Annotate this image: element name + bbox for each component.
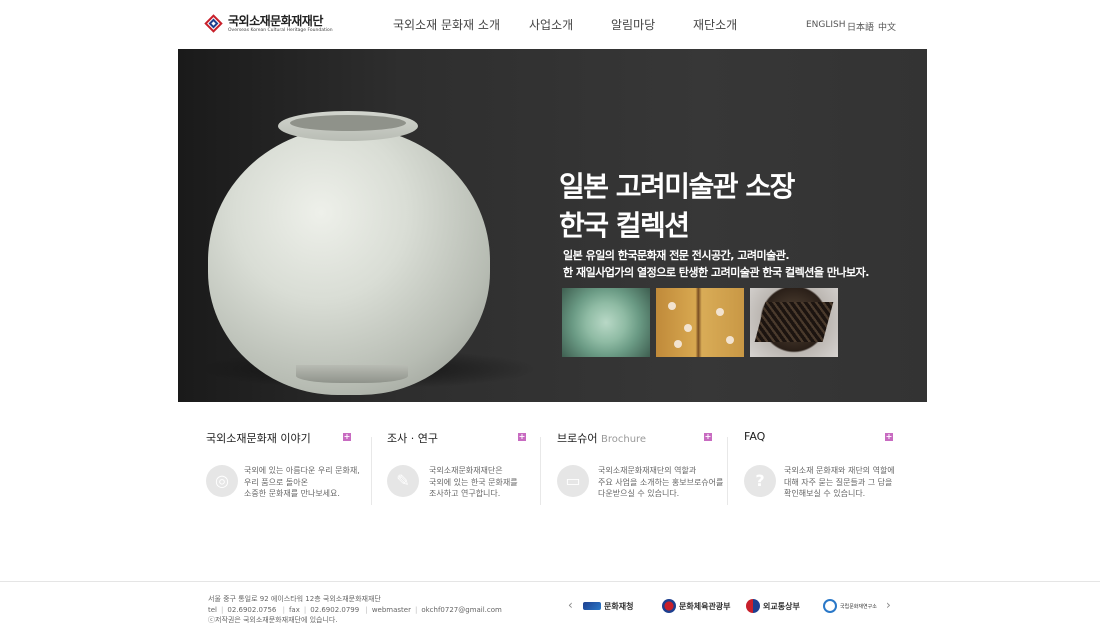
nav-item-heritage-intro[interactable]: 국외소재 문화재 소개 <box>393 16 500 33</box>
partner-logo-nrich[interactable]: 국립문화재연구소 <box>823 598 877 614</box>
card-line: 국외소재 문화재와 재단의 역할에 <box>784 466 895 475</box>
pen-icon: ✎ <box>387 465 419 497</box>
mofa-logo-icon <box>746 599 760 613</box>
card-title: 국외소재문화재 이야기 <box>206 432 311 445</box>
cha-logo-icon <box>583 602 601 610</box>
fax-label: fax <box>288 605 300 614</box>
partner-logo-cha[interactable]: 문화재청 <box>583 598 633 614</box>
target-icon: ◎ <box>206 465 238 497</box>
card-line: 국외에 있는 아름다운 우리 문화재, <box>244 466 360 475</box>
hero-title: 일본 고려미술관 소장 한국 컬렉션 <box>559 167 795 245</box>
moon-jar-image <box>208 127 490 395</box>
hero-title-line2: 한국 컬렉션 <box>559 209 690 242</box>
partner-name: 외교통상부 <box>763 601 800 611</box>
card-description: 국외소재문화재재단은 국외에 있는 한국 문화재를 조사하고 연구합니다. <box>429 465 518 500</box>
nav-item-foundation[interactable]: 재단소개 <box>693 16 737 33</box>
card-line: 확인해보실 수 있습니다. <box>784 489 866 498</box>
lang-japanese[interactable]: 日本語 <box>847 20 874 33</box>
copyright-text: ⓒ저작권은 국외소재문화재재단에 있습니다. <box>208 616 338 624</box>
card-line: 국외소재문화재재단은 <box>429 466 503 475</box>
question-icon: ? <box>744 465 776 497</box>
nav-item-business[interactable]: 사업소개 <box>529 16 573 33</box>
partner-logo-mofa[interactable]: 외교통상부 <box>746 598 800 614</box>
partner-name: 국립문화재연구소 <box>840 603 877 610</box>
footer-divider <box>0 581 1100 582</box>
book-icon: ▭ <box>557 465 589 497</box>
card-line: 다운받으실 수 있습니다. <box>598 489 680 498</box>
nav-item-notice[interactable]: 알림마당 <box>611 16 655 33</box>
hero-desc-line2: 한 재일사업가의 열정으로 탄생한 고려미술관 한국 컬렉션을 만나보자. <box>563 266 869 279</box>
hero-banner[interactable]: 일본 고려미술관 소장 한국 컬렉션 일본 유일의 한국문화재 전문 전시공간,… <box>178 49 927 402</box>
moon-jar-mouth <box>290 115 406 131</box>
info-card-research[interactable]: 조사 · 연구 + ✎ 국외소재문화재재단은 국외에 있는 한국 문화재를 조사… <box>387 430 557 505</box>
card-line: 국외소재문화재재단의 역할과 <box>598 466 697 475</box>
more-plus-icon[interactable]: + <box>343 433 351 441</box>
partner-logo-mcst[interactable]: 문화체육관광부 <box>662 598 731 614</box>
card-line: 주요 사업을 소개하는 홍보브로슈어를 <box>598 477 724 487</box>
card-line: 조사하고 연구합니다. <box>429 489 501 498</box>
lang-chinese[interactable]: 中文 <box>878 20 896 33</box>
column-divider <box>540 437 541 505</box>
hero-title-line1: 일본 고려미술관 소장 <box>559 170 795 203</box>
card-description: 국외소재 문화재와 재단의 역할에 대해 자주 묻는 질문들과 그 답을 확인해… <box>784 465 895 500</box>
contact-line: tel | 02.6902.0756 | fax | 02.6902.0799 | webm… <box>208 605 502 614</box>
card-title-en: Brochure <box>600 434 647 445</box>
more-plus-icon[interactable]: + <box>704 433 712 441</box>
card-line: 대해 자주 묻는 질문들과 그 답을 <box>784 477 893 487</box>
card-description: 국외소재문화재재단의 역할과 주요 사업을 소개하는 홍보브로슈어를 다운받으실… <box>598 465 723 500</box>
thumbnail-celadon-bowl[interactable] <box>562 288 650 357</box>
card-description: 국외에 있는 아름다운 우리 문화재, 우리 품으로 돌아온 소중한 문화재를 … <box>244 465 360 500</box>
card-line: 국외에 있는 한국 문화재를 <box>429 477 518 487</box>
tel-label: tel <box>208 605 217 614</box>
more-plus-icon[interactable]: + <box>518 433 526 441</box>
info-card-brochure[interactable]: 브로슈어 Brochure + ▭ 국외소재문화재재단의 역할과 주요 사업을 … <box>557 430 727 505</box>
card-title: 조사 · 연구 <box>387 432 438 445</box>
card-line: 우리 품으로 돌아온 <box>244 477 308 487</box>
lang-english[interactable]: ENGLISH <box>806 20 846 30</box>
moon-jar-foot <box>296 365 408 383</box>
hero-desc-line1: 일본 유일의 한국문화재 전문 전시공간, 고려미술관. <box>563 249 790 262</box>
thumbnail-lacquer-box[interactable] <box>750 288 838 357</box>
main-nav: 국외소재 문화재 소개 사업소개 알림마당 재단소개 <box>0 16 1100 34</box>
partner-name: 문화체육관광부 <box>679 601 731 611</box>
thumbnail-painted-screen[interactable] <box>656 288 744 357</box>
card-title: FAQ <box>744 430 766 443</box>
info-card-faq[interactable]: FAQ + ? 국외소재 문화재와 재단의 역할에 대해 자주 묻는 질문들과 … <box>744 430 914 505</box>
mcst-logo-icon <box>662 599 676 613</box>
address-text: 서울 중구 통일로 92 에이스타워 12층 국외소재문화재재단 <box>208 595 381 603</box>
partner-prev-arrow-icon[interactable]: ‹ <box>568 598 573 612</box>
card-title: 브로슈어 Brochure <box>557 430 646 446</box>
fax-number: 02.6902.0799 <box>310 605 360 614</box>
webmaster-email[interactable]: okchf0727@gmail.com <box>421 606 502 614</box>
column-divider <box>727 437 728 505</box>
partner-next-arrow-icon[interactable]: › <box>886 598 891 612</box>
column-divider <box>371 437 372 505</box>
hero-description: 일본 유일의 한국문화재 전문 전시공간, 고려미술관. 한 재일사업가의 열정… <box>563 247 869 281</box>
site-header: 국외소재문화재재단 Overseas Korean Cultural Herit… <box>0 0 1100 48</box>
tel-number: 02.6902.0756 <box>227 605 277 614</box>
webmaster-label: webmaster <box>371 605 411 614</box>
nrich-logo-icon <box>823 599 837 613</box>
info-card-heritage-story[interactable]: 국외소재문화재 이야기 + ◎ 국외에 있는 아름다운 우리 문화재, 우리 품… <box>206 430 376 505</box>
card-title-ko: 브로슈어 <box>557 432 598 445</box>
more-plus-icon[interactable]: + <box>885 433 893 441</box>
card-line: 소중한 문화재를 만나보세요. <box>244 489 340 498</box>
footer-address: 서울 중구 통일로 92 에이스타워 12층 국외소재문화재재단 tel | 02.… <box>208 594 502 626</box>
partner-name: 문화재청 <box>604 601 634 611</box>
